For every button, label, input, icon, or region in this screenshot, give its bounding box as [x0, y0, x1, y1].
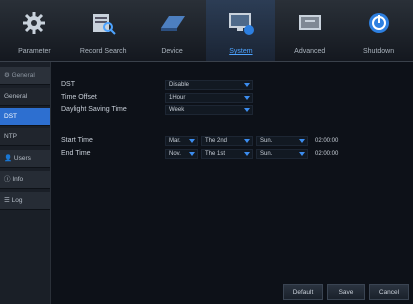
start-time-label: Start Time — [61, 137, 93, 144]
sidebar-item-log[interactable]: ☰ Log — [0, 192, 50, 210]
time-offset-select[interactable]: 1Hour — [165, 93, 253, 103]
chevron-down-icon — [244, 152, 250, 156]
gear-icon — [23, 12, 46, 34]
tab-label: Advanced — [294, 48, 326, 55]
tab-parameter[interactable]: Parameter — [0, 0, 69, 61]
chevron-down-icon — [189, 152, 195, 156]
sidebar-item-dst[interactable]: DST — [0, 108, 50, 126]
tab-label: Parameter — [18, 48, 51, 55]
dst-settings-panel: DST Disable Time Offset 1Hour Daylight S… — [51, 62, 413, 304]
user-icon: 👤 — [4, 155, 14, 162]
default-button[interactable]: Default — [283, 284, 323, 300]
chevron-down-icon — [244, 108, 250, 112]
tab-label: Device — [161, 48, 183, 55]
sidebar-item-label: DST — [4, 113, 17, 120]
dst-mode-label: Daylight Saving Time — [61, 106, 127, 113]
tab-label: System — [229, 48, 253, 55]
sidebar-item-info[interactable]: ⓘ Info — [0, 171, 50, 189]
sidebar-item-users[interactable]: 👤 Users — [0, 150, 50, 168]
end-week-value: The 1st — [205, 151, 226, 157]
tab-system[interactable]: System — [206, 0, 276, 61]
chevron-down-icon — [244, 83, 250, 87]
end-time-input[interactable]: 02:00:00 — [311, 149, 351, 159]
sidebar-item-label: General — [4, 93, 28, 100]
start-month-select[interactable]: Mar. — [165, 136, 198, 146]
system-monitor-icon — [228, 13, 254, 35]
sidebar-item-general[interactable]: General — [0, 88, 50, 106]
dst-value: Disable — [169, 82, 190, 88]
sidebar-item-label: NTP — [4, 133, 17, 140]
advanced-icon — [298, 15, 321, 30]
end-month-select[interactable]: Nov. — [165, 149, 198, 159]
chevron-down-icon — [299, 139, 305, 143]
sidebar-item-ntp[interactable]: NTP — [0, 128, 50, 146]
end-day-value: Sun. — [260, 151, 273, 157]
sidebar-item-label: Info — [12, 176, 24, 183]
sidebar-header-general[interactable]: ⚙ General — [0, 67, 50, 85]
log-icon: ☰ — [4, 197, 12, 204]
dst-mode-select[interactable]: Week — [165, 105, 253, 115]
sidebar-item-label: Log — [11, 197, 23, 204]
dst-label: DST — [61, 81, 75, 88]
end-time-value: 02:00:00 — [315, 151, 339, 157]
start-day-select[interactable]: Sun. — [256, 136, 308, 146]
end-time-label: End Time — [61, 150, 91, 157]
end-day-select[interactable]: Sun. — [256, 149, 308, 159]
tab-record-search[interactable]: Record Search — [69, 0, 138, 61]
sidebar: ⚙ General General DST NTP 👤 Users ⓘ Info… — [0, 62, 51, 304]
chevron-down-icon — [244, 139, 250, 143]
end-week-select[interactable]: The 1st — [201, 149, 253, 159]
gear-icon: ⚙ — [4, 72, 12, 79]
start-week-select[interactable]: The 2nd — [201, 136, 253, 146]
tab-device[interactable]: Device — [138, 0, 207, 61]
start-time-value: 02:00:00 — [315, 138, 339, 144]
shutdown-icon — [368, 13, 389, 33]
start-month-value: Mar. — [169, 138, 181, 144]
chevron-down-icon — [244, 96, 250, 100]
sidebar-item-label: Users — [13, 155, 31, 162]
start-day-value: Sun. — [260, 138, 273, 144]
dst-mode-value: Week — [169, 107, 185, 113]
chevron-down-icon — [189, 139, 195, 143]
dst-select[interactable]: Disable — [165, 80, 253, 90]
start-week-value: The 2nd — [205, 138, 228, 144]
time-offset-label: Time Offset — [61, 94, 97, 101]
sidebar-item-label: General — [11, 72, 35, 79]
hdd-icon — [161, 16, 186, 31]
chevron-down-icon — [299, 152, 305, 156]
tab-shutdown[interactable]: Shutdown — [344, 0, 413, 61]
cancel-button[interactable]: Cancel — [369, 284, 409, 300]
tab-label: Shutdown — [362, 48, 395, 55]
record-search-icon — [93, 14, 116, 35]
save-button[interactable]: Save — [327, 284, 365, 300]
tab-label: Record Search — [79, 48, 127, 55]
tab-advanced[interactable]: Advanced — [275, 0, 344, 61]
start-time-input[interactable]: 02:00:00 — [311, 136, 351, 146]
top-nav: Parameter Record Search Device System Ad… — [0, 0, 413, 62]
time-offset-value: 1Hour — [169, 95, 186, 101]
end-month-value: Nov. — [169, 151, 181, 157]
